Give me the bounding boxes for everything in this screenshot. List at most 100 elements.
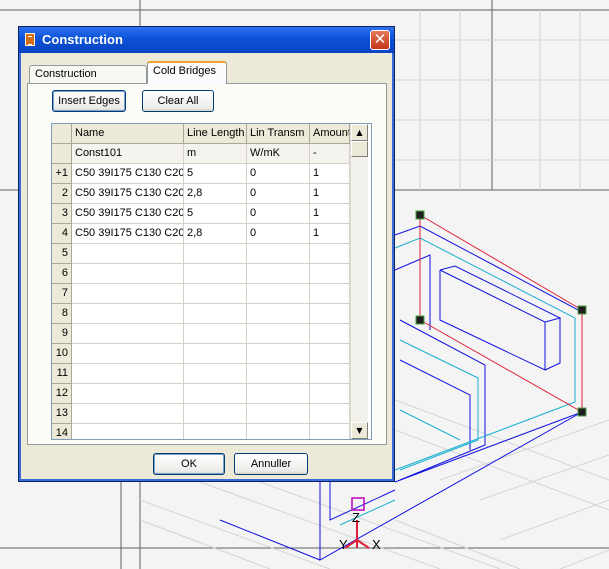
grid-cell-amount[interactable] [310,264,350,284]
grid-cell-length[interactable]: 5 [184,204,247,224]
grid-cell-length[interactable] [184,244,247,264]
grid-cell-transm[interactable]: 0 [247,224,310,244]
grid-cell-length[interactable] [184,304,247,324]
grid-cell-length[interactable] [184,424,247,439]
grid-cell-length[interactable] [184,384,247,404]
scroll-up-button[interactable]: ▲ [351,124,368,141]
row-number[interactable]: 5 [52,244,72,264]
grid-cell-transm[interactable] [247,384,310,404]
clear-all-button[interactable]: Clear All [142,90,214,112]
units-cell-lin-transm[interactable]: W/mK [247,144,310,164]
grid-cell-amount[interactable] [310,424,350,439]
row-number[interactable]: 13 [52,404,72,424]
row-number[interactable]: 8 [52,304,72,324]
table-row[interactable]: 7 [52,284,350,304]
grid-cell-transm[interactable]: 0 [247,164,310,184]
table-row[interactable]: 13 [52,404,350,424]
grid-cell-name[interactable]: C50 39I175 C130 C20 [72,204,184,224]
grid-cell-transm[interactable] [247,364,310,384]
grid-cell-transm[interactable]: 0 [247,204,310,224]
grid-cell-length[interactable] [184,284,247,304]
grid-cell-name[interactable] [72,384,184,404]
grid-cell-name[interactable] [72,424,184,439]
grid-cell-name[interactable] [72,244,184,264]
row-number[interactable]: 7 [52,284,72,304]
vertical-scrollbar[interactable]: ▲ ▼ [350,124,368,439]
grid-cell-transm[interactable] [247,284,310,304]
row-number[interactable]: 4 [52,224,72,244]
tab-construction-property[interactable]: Construction Property [29,65,147,96]
grid-cell-length[interactable]: 2,8 [184,224,247,244]
grid-cell-amount[interactable] [310,404,350,424]
scroll-thumb[interactable] [351,141,368,157]
insert-edges-button[interactable]: Insert Edges [52,90,126,112]
table-row[interactable]: 12 [52,384,350,404]
table-row[interactable]: 10 [52,344,350,364]
grid-cell-transm[interactable] [247,424,310,439]
grid-cell-name[interactable] [72,264,184,284]
row-number[interactable]: 10 [52,344,72,364]
grid-cell-length[interactable]: 2,8 [184,184,247,204]
row-number[interactable]: +1 [52,164,72,184]
units-cell-amount[interactable]: - [310,144,350,164]
units-cell-line-length[interactable]: m [184,144,247,164]
grid-cell-length[interactable] [184,324,247,344]
grid-header-row[interactable]: Name Line Length Lin Transm Amount [52,124,350,144]
grid-cell-amount[interactable]: 1 [310,204,350,224]
row-number[interactable]: 2 [52,184,72,204]
grid-cell-transm[interactable] [247,264,310,284]
grid-cell-amount[interactable]: 1 [310,224,350,244]
grid-cell-length[interactable] [184,264,247,284]
grid-cell-transm[interactable] [247,344,310,364]
grid-cell-name[interactable] [72,284,184,304]
grid-cell-amount[interactable]: 1 [310,184,350,204]
row-number[interactable]: 9 [52,324,72,344]
column-header-name[interactable]: Name [72,124,184,144]
grid-cell-name[interactable] [72,324,184,344]
grid-cell-amount[interactable] [310,384,350,404]
grid-cell-name[interactable]: C50 39I175 C130 C20 [72,184,184,204]
scroll-down-button[interactable]: ▼ [351,422,368,439]
table-row[interactable]: 3 C50 39I175 C130 C20 5 0 1 [52,204,350,224]
cold-bridges-grid[interactable]: Name Line Length Lin Transm Amount Const101 m… [51,123,372,440]
grid-cell-length[interactable] [184,344,247,364]
grid-cell-transm[interactable] [247,244,310,264]
grid-cell-amount[interactable]: 1 [310,164,350,184]
row-number[interactable]: 12 [52,384,72,404]
grid-cell-name[interactable] [72,404,184,424]
row-number[interactable]: 6 [52,264,72,284]
row-number[interactable]: 3 [52,204,72,224]
table-row[interactable]: 8 [52,304,350,324]
table-row[interactable]: 6 [52,264,350,284]
grid-cell-name[interactable] [72,304,184,324]
grid-cell-amount[interactable] [310,244,350,264]
column-header-amount[interactable]: Amount [310,124,350,144]
grid-cell-amount[interactable] [310,324,350,344]
ok-button[interactable]: OK [153,453,225,475]
tab-cold-bridges[interactable]: Cold Bridges [147,61,227,84]
grid-cell-name[interactable] [72,344,184,364]
column-header-line-length[interactable]: Line Length [184,124,247,144]
grid-cell-amount[interactable] [310,304,350,324]
close-button[interactable]: ✕ [370,30,390,50]
table-row[interactable]: 11 [52,364,350,384]
cancel-button[interactable]: Annuller [234,453,308,475]
table-row[interactable]: 5 [52,244,350,264]
grid-units-row[interactable]: Const101 m W/mK - [52,144,350,164]
grid-cell-transm[interactable] [247,304,310,324]
table-row[interactable]: 2 C50 39I175 C130 C20 2,8 0 1 [52,184,350,204]
grid-cell-transm[interactable] [247,324,310,344]
units-cell-name[interactable]: Const101 [72,144,184,164]
grid-cell-length[interactable]: 5 [184,164,247,184]
grid-cell-length[interactable] [184,404,247,424]
table-row[interactable]: 4 C50 39I175 C130 C20 2,8 0 1 [52,224,350,244]
column-header-lin-transm[interactable]: Lin Transm [247,124,310,144]
table-row[interactable]: 9 [52,324,350,344]
grid-cell-amount[interactable] [310,344,350,364]
grid-cell-transm[interactable] [247,404,310,424]
grid-cell-name[interactable]: C50 39I175 C130 C20 [72,164,184,184]
title-bar[interactable]: Construction ✕ [19,27,394,53]
grid-cell-name[interactable] [72,364,184,384]
grid-cell-name[interactable]: C50 39I175 C130 C20 [72,224,184,244]
grid-cell-length[interactable] [184,364,247,384]
